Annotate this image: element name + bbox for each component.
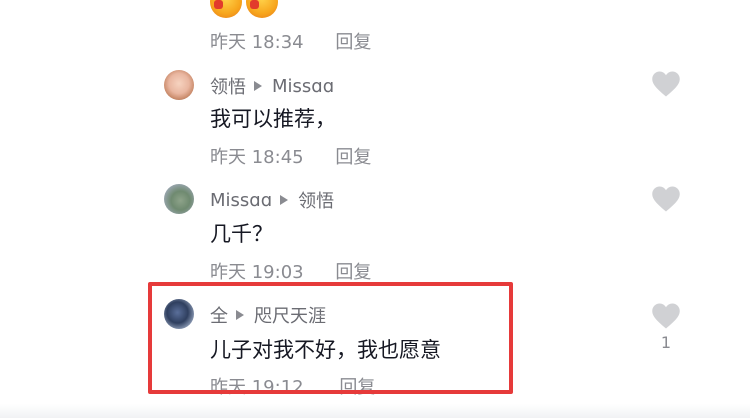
comment-meta: 昨天 19:03 回复 bbox=[210, 258, 371, 284]
comment-author-line: Missɑɑ 领悟 bbox=[210, 187, 334, 213]
comment-time: 昨天 18:45 bbox=[210, 147, 304, 168]
reply-arrow-icon bbox=[254, 81, 262, 91]
like-count: 1 bbox=[660, 333, 672, 352]
reply-button[interactable]: 回复 bbox=[335, 262, 371, 283]
comment-time: 昨天 18:34 bbox=[210, 32, 304, 53]
heart-icon[interactable] bbox=[651, 302, 681, 330]
reply-arrow-icon bbox=[280, 195, 289, 205]
avatar[interactable] bbox=[164, 70, 194, 100]
comment-meta: 昨天 18:34 回复 bbox=[210, 28, 371, 54]
comment-time: 昨天 19:03 bbox=[210, 262, 304, 283]
reply-to-name[interactable]: 领悟 bbox=[298, 187, 334, 213]
reply-button[interactable]: 回复 bbox=[335, 32, 371, 53]
author-name[interactable]: 领悟 bbox=[210, 73, 246, 99]
comment-text: 我可以推荐， bbox=[210, 107, 336, 131]
bottom-fade bbox=[0, 404, 750, 418]
author-name[interactable]: Missɑɑ bbox=[210, 190, 272, 211]
reply-button[interactable]: 回复 bbox=[335, 147, 371, 168]
comment-meta: 昨天 18:45 回复 bbox=[210, 143, 371, 169]
avatar[interactable] bbox=[164, 184, 194, 214]
emoji-icon bbox=[210, 0, 242, 18]
comment-text: 几千？ bbox=[210, 222, 273, 246]
emoji-row bbox=[210, 0, 278, 18]
highlight-box bbox=[148, 282, 513, 394]
emoji-icon bbox=[246, 0, 278, 18]
heart-icon[interactable] bbox=[651, 185, 681, 213]
comment-author-line: 领悟 Missɑɑ bbox=[210, 73, 334, 99]
reply-to-name[interactable]: Missɑɑ bbox=[272, 76, 334, 97]
heart-icon[interactable] bbox=[651, 70, 681, 98]
